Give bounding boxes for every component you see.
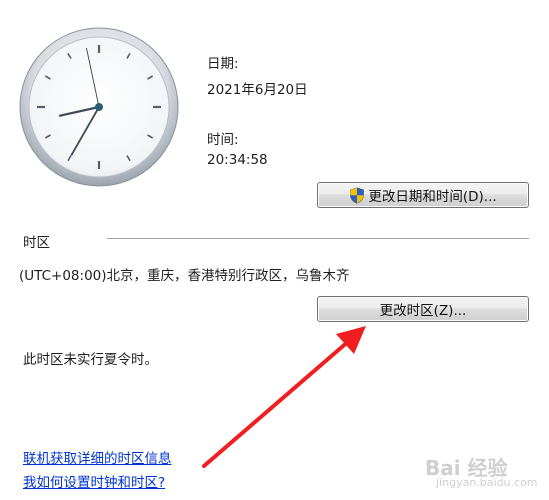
date-value: 2021年6月20日 — [207, 82, 308, 98]
change-datetime-button[interactable]: 更改日期和时间(D)... — [317, 182, 529, 208]
how-to-set-clock-link[interactable]: 我如何设置时钟和时区? — [23, 471, 165, 491]
timezone-value: (UTC+08:00)北京，重庆，香港特别行政区，乌鲁木齐 — [19, 268, 350, 284]
dst-note: 此时区未实行夏令时。 — [23, 352, 158, 368]
time-value: 20:34:58 — [207, 152, 268, 168]
time-label: 时间: — [207, 132, 239, 148]
clock-center-cap — [95, 103, 103, 111]
date-label: 日期: — [207, 56, 239, 72]
watermark-url: jingyan.baidu.com — [436, 476, 538, 489]
change-datetime-label: 更改日期和时间(D)... — [368, 189, 497, 205]
analog-clock — [19, 27, 179, 187]
change-timezone-button[interactable]: 更改时区(Z)... — [317, 296, 529, 322]
uac-shield-icon — [350, 186, 365, 204]
section-divider — [107, 238, 529, 240]
change-timezone-label: 更改时区(Z)... — [379, 303, 467, 319]
timezone-section-title: 时区 — [23, 235, 50, 251]
online-timezone-info-link[interactable]: 联机获取详细的时区信息 — [23, 447, 172, 467]
